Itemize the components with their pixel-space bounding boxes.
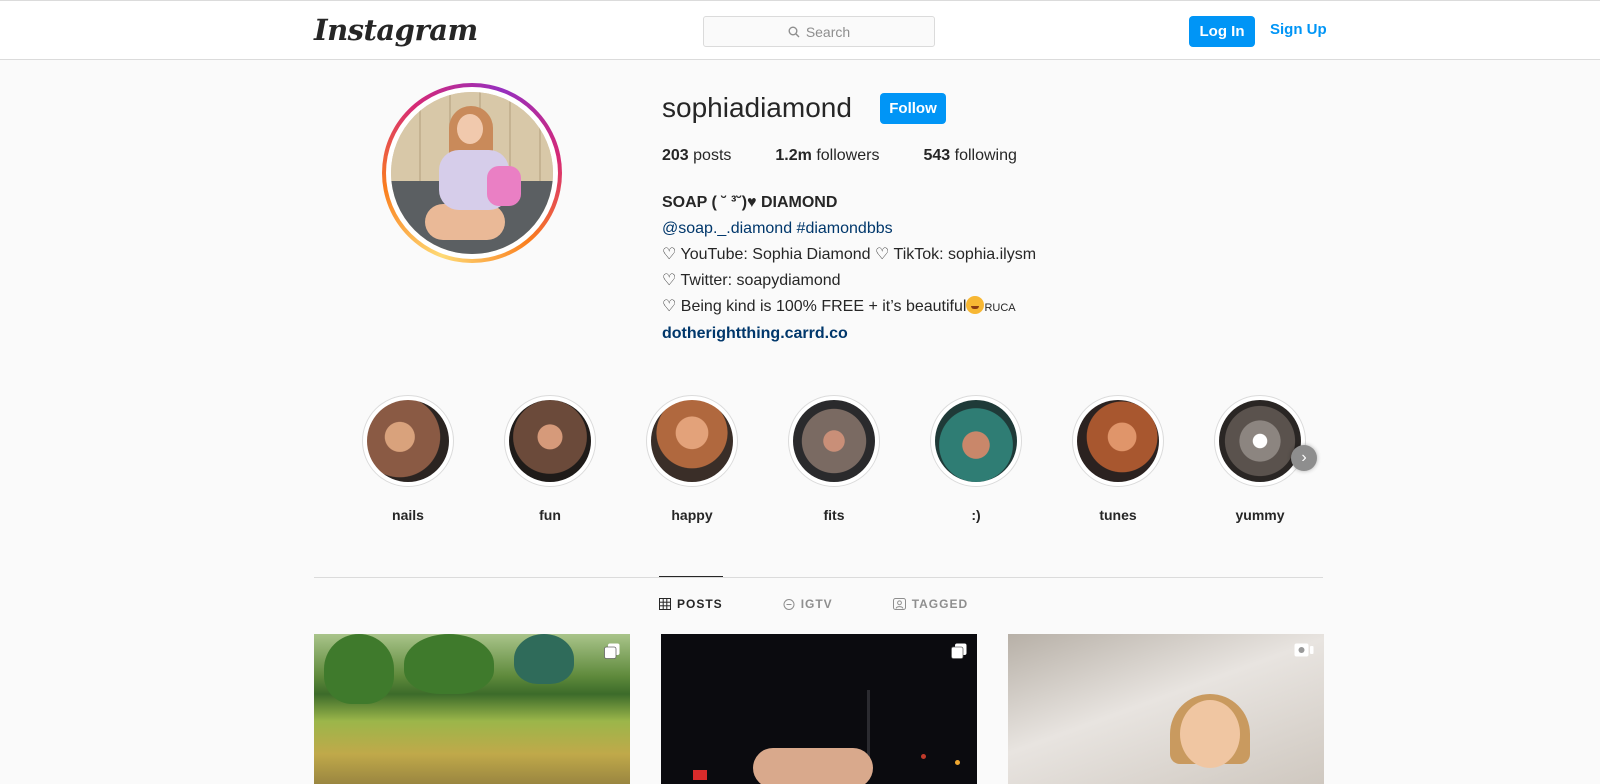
igtv-icon (783, 599, 795, 610)
carousel-icon (604, 643, 620, 659)
highlight-cover (509, 400, 591, 482)
smiling-face-emoji-icon (966, 296, 985, 314)
profile-stats: 203 posts 1.2m followers 543 following (662, 147, 1061, 165)
post-thumbnail[interactable] (661, 634, 977, 784)
post-thumbnail[interactable] (1008, 634, 1324, 784)
video-icon (1294, 643, 1314, 657)
story-highlights: nails fun happy fits :) tunes yummy › (362, 395, 1320, 525)
highlight-cover (367, 400, 449, 482)
profile-username: sophiadiamond (662, 92, 852, 123)
posts-count: 203 posts (662, 147, 732, 164)
highlight-smiley[interactable]: :) (930, 395, 1022, 523)
bio-line: ♡ YouTube: Sophia Diamond ♡ TikTok: soph… (662, 246, 1037, 263)
top-nav-bar: Instagram Search Log In Sign Up (0, 0, 1600, 60)
highlight-happy[interactable]: happy (646, 395, 738, 523)
profile-display-name: SOAP ( ˘ ³˘)♥ DIAMOND (662, 194, 838, 211)
carousel-icon (951, 643, 967, 659)
search-placeholder: Search (805, 23, 851, 40)
avatar-photo (391, 92, 553, 254)
highlight-nails[interactable]: nails (362, 395, 454, 523)
post-thumbnail[interactable] (314, 634, 630, 784)
profile-bio: SOAP ( ˘ ³˘)♥ DIAMOND @soap._.diamond #d… (662, 190, 1036, 347)
active-tab-indicator (659, 576, 723, 577)
highlight-cover (651, 400, 733, 482)
highlight-cover (793, 400, 875, 482)
highlight-cover (935, 400, 1017, 482)
tabs-divider (314, 577, 1323, 578)
login-button[interactable]: Log In (1189, 16, 1255, 47)
bio-website-link[interactable]: dotherightthing.carrd.co (662, 321, 1036, 347)
instagram-logo[interactable]: Instagram (314, 13, 478, 47)
bio-line: ♡ Being kind is 100% FREE + it’s beautif… (662, 296, 1016, 315)
highlight-tunes[interactable]: tunes (1072, 395, 1164, 523)
highlight-fits[interactable]: fits (788, 395, 880, 523)
tab-igtv[interactable]: IGTV (783, 597, 833, 611)
follow-button[interactable]: Follow (880, 93, 946, 124)
tab-posts[interactable]: POSTS (659, 597, 723, 611)
profile-avatar[interactable] (382, 83, 562, 263)
tab-tagged[interactable]: TAGGED (892, 597, 968, 611)
search-input[interactable]: Search (703, 16, 935, 47)
following-count[interactable]: 543 following (923, 147, 1016, 165)
grid-icon (659, 598, 671, 610)
bio-line: ♡ Twitter: soapydiamond (662, 272, 841, 289)
highlight-cover (1219, 400, 1301, 482)
highlight-cover (1077, 400, 1159, 482)
followers-count[interactable]: 1.2m followers (775, 147, 879, 165)
highlights-next-chevron-icon[interactable]: › (1291, 445, 1317, 471)
highlight-fun[interactable]: fun (504, 395, 596, 523)
signup-link[interactable]: Sign Up (1270, 21, 1327, 38)
bio-tags[interactable]: @soap._.diamond #diamondbbs (662, 216, 1036, 242)
tagged-user-icon (892, 598, 906, 610)
profile-tabs: POSTS IGTV TAGGED (659, 597, 1028, 611)
search-icon (788, 26, 800, 37)
